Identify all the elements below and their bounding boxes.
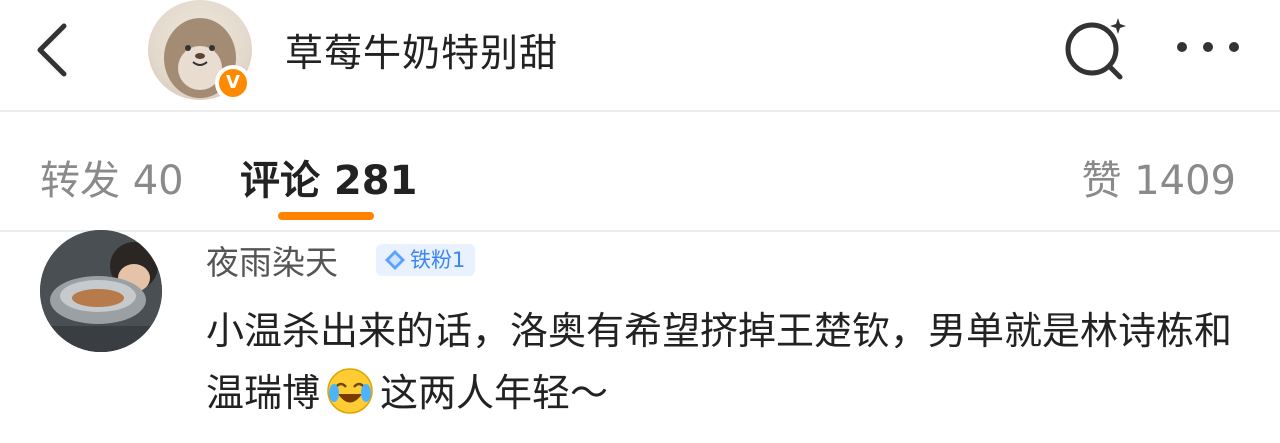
active-tab-indicator: [278, 212, 374, 220]
tab-bar: 转发 40 评论 281 赞 1409: [0, 112, 1280, 230]
search-button[interactable]: [1060, 16, 1130, 82]
back-button[interactable]: [30, 18, 80, 78]
search-icon: [1065, 18, 1126, 80]
commenter-avatar[interactable]: [40, 230, 162, 352]
top-bar: V 草莓牛奶特别甜: [0, 0, 1280, 110]
comment-text-part2: 这两人年轻～: [380, 371, 609, 415]
tab-likes[interactable]: 赞 1409: [1081, 148, 1236, 206]
more-icon: [1177, 42, 1239, 52]
more-button[interactable]: [1170, 30, 1250, 64]
page-title: 草莓牛奶特别甜: [285, 31, 559, 75]
tabs-divider: [0, 230, 1280, 232]
tab-comments[interactable]: 评论 281: [240, 148, 417, 206]
fan-badge-label: 铁粉1: [410, 248, 466, 272]
diamond-icon: [385, 250, 405, 270]
verified-badge: V: [215, 65, 251, 101]
commenter-name[interactable]: 夜雨染天: [206, 236, 338, 284]
comment-text: 小温杀出来的话，洛奥有希望挤掉王楚钦，男单就是林诗栋和温瑞博 这两人年轻～: [206, 300, 1246, 424]
tab-reposts[interactable]: 转发 40: [40, 148, 184, 206]
commenter-avatar-image: [40, 230, 162, 352]
laughing-crying-emoji-icon: [326, 367, 374, 415]
back-arrow-icon: [37, 23, 67, 77]
fan-level-badge: 铁粉1: [376, 244, 476, 276]
